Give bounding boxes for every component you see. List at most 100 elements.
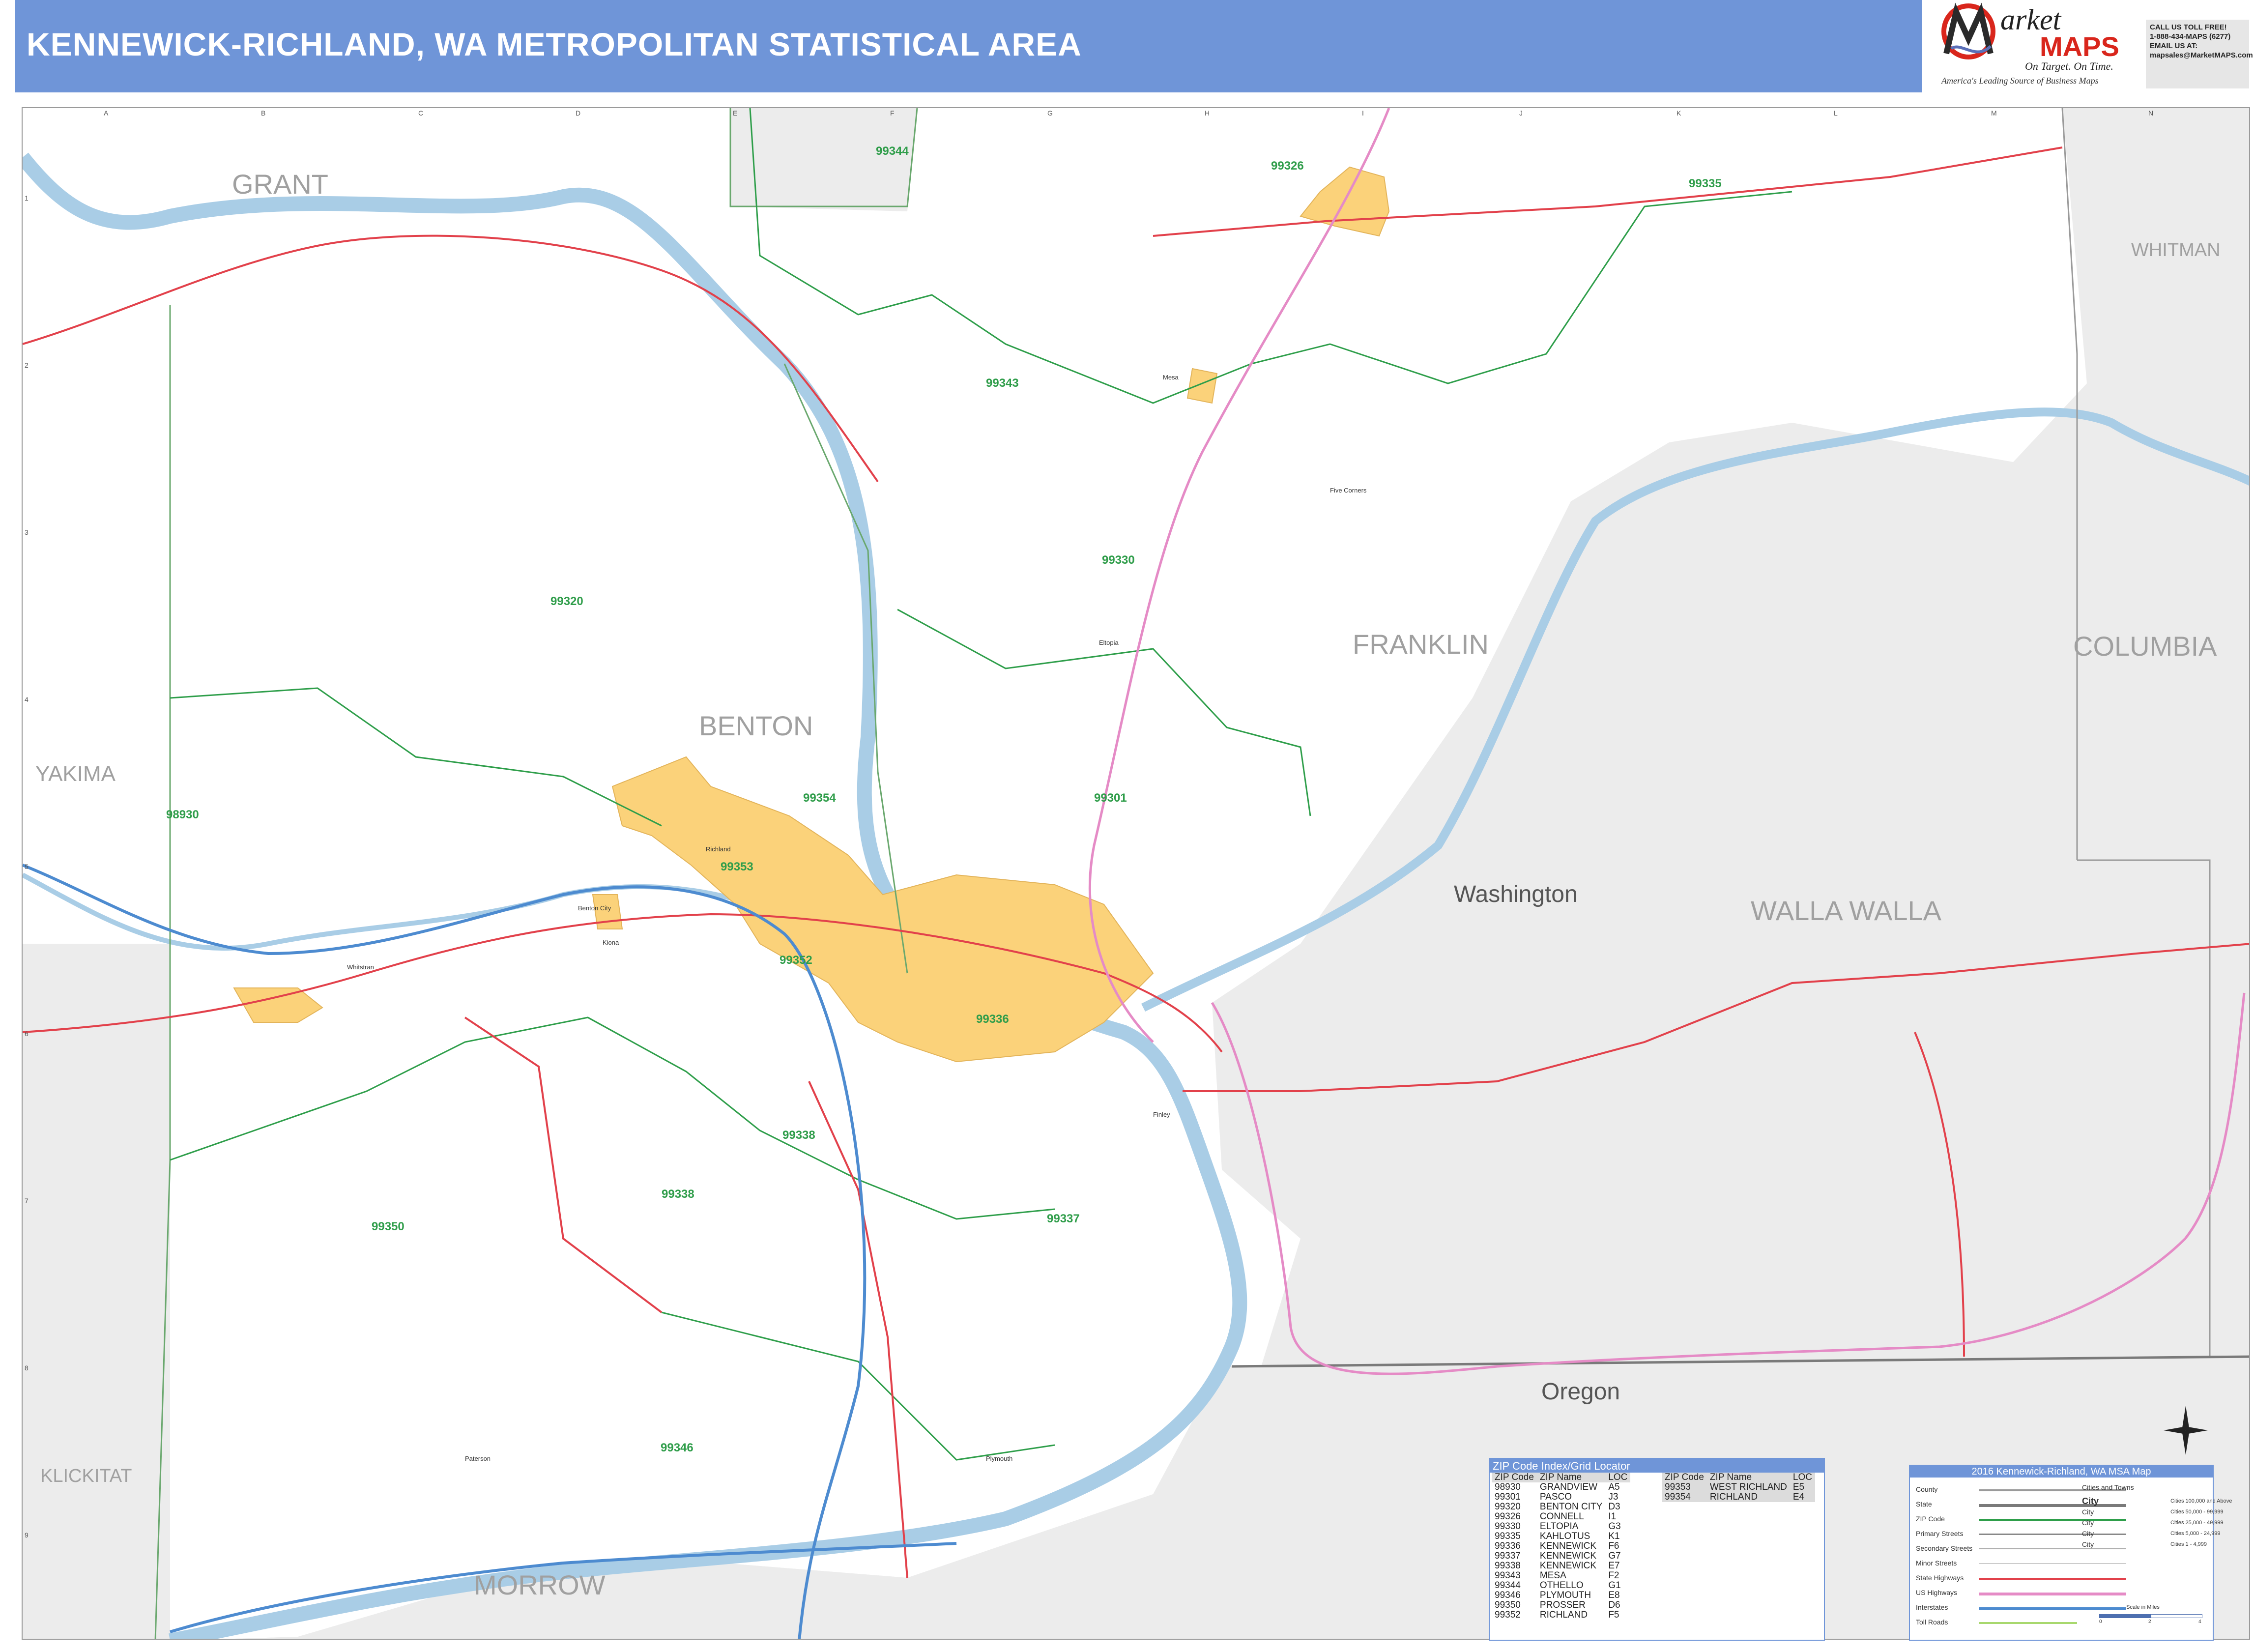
legend-city-2: City [2082, 1508, 2094, 1516]
legend-city-range-3: Cities 25,000 - 49,999 [2170, 1520, 2224, 1526]
county-label-yakima: YAKIMA [35, 762, 116, 786]
logo-maps-text: MAPS [2040, 31, 2119, 62]
logo-m-icon [1941, 2, 1995, 59]
legend-scale-tick-4: 4 [2198, 1619, 2201, 1624]
town-label-eltopia: Eltopia [1099, 639, 1119, 646]
town-label-plymouth: Plymouth [986, 1455, 1013, 1462]
grid-number-1: 1 [25, 194, 29, 202]
town-label-whitstran: Whitstran [347, 963, 374, 971]
county-border-columbia [2077, 859, 2211, 1357]
grid-number-2: 2 [25, 361, 29, 369]
legend-line-state-highways [1979, 1578, 2126, 1580]
table-row: 99350 PROSSER D6 [1495, 1600, 1620, 1610]
grid-number-9: 9 [25, 1531, 29, 1539]
zip-label-99354: 99354 [803, 791, 836, 805]
zip-index-title: ZIP Code Index/Grid Locator [1490, 1459, 1824, 1473]
legend-city-range-5: Cities 1 - 4,999 [2170, 1541, 2207, 1547]
legend-line-zip [1979, 1519, 2126, 1521]
grid-letter-h: H [1205, 109, 1210, 117]
grid-letter-m: M [1991, 109, 1997, 117]
highway-g [1914, 1032, 1965, 1357]
grid-letter-j: J [1519, 109, 1523, 117]
contact-line-2: 1-888-434-MAPS (6277) [2150, 32, 2231, 41]
grid-letter-k: K [1676, 109, 1681, 117]
legend-cities-title: Cities and Towns [2082, 1483, 2134, 1491]
contact-line-4[interactable]: mapsales@MarketMAPS.com [2150, 51, 2253, 60]
table-row: 99335 KAHLOTUS K1 [1495, 1531, 1620, 1541]
state-label-washington: Washington [1454, 881, 1578, 907]
table-row: 99354 RICHLAND E4 [1665, 1492, 1805, 1502]
map-frame[interactable]: A B C D E F G H I J K L M N 1 2 3 4 5 6 … [22, 107, 2250, 1640]
us-highway-12 [1211, 992, 2246, 1375]
legend-city-3: City [2082, 1519, 2094, 1527]
zip-label-99352: 99352 [780, 954, 812, 967]
legend-scale-bar: 0 2 4 [2099, 1614, 2202, 1624]
legend-item-minor: Minor Streets [1916, 1559, 1957, 1567]
county-label-whitman: WHITMAN [2131, 240, 2221, 261]
grid-number-8: 8 [25, 1364, 29, 1372]
contact-line-3: EMAIL US AT: [2150, 42, 2198, 50]
urban-benton-city [592, 894, 623, 929]
town-label-finley: Finley [1153, 1111, 1170, 1118]
legend-item-zip: ZIP Code [1916, 1515, 1945, 1523]
zip-index-header-name: ZIP Name [1536, 1473, 1606, 1482]
zip-label-99320: 99320 [550, 595, 583, 608]
legend-item-toll-roads: Toll Roads [1916, 1618, 1948, 1626]
legend-item-interstates: Interstates [1916, 1603, 1948, 1611]
county-label-columbia: COLUMBIA [2073, 631, 2217, 662]
legend-city-1: City [2082, 1496, 2099, 1506]
legend-item-county: County [1916, 1485, 1938, 1493]
legend-item-primary: Primary Streets [1916, 1530, 1964, 1537]
table-row: 99343 MESA F2 [1495, 1570, 1619, 1581]
grid-letter-b: B [261, 109, 266, 117]
grid-letter-f: F [890, 109, 895, 117]
zip-label-99330: 99330 [1102, 553, 1135, 567]
zip-index-header-name-2: ZIP Name [1706, 1473, 1790, 1482]
table-row: 99346 PLYMOUTH E8 [1495, 1590, 1620, 1600]
zip-label-99338-a: 99338 [782, 1129, 815, 1142]
county-label-grant: GRANT [232, 169, 328, 200]
legend-city-4: City [2082, 1530, 2094, 1537]
legend-city-range-2: Cities 50,000 - 99,999 [2170, 1509, 2224, 1515]
table-row: 99301 PASCO J3 [1495, 1492, 1618, 1502]
legend-line-us-highways [1979, 1593, 2126, 1595]
legend-item-state-highways: State Highways [1916, 1574, 1964, 1582]
legend-line-toll-roads [1979, 1622, 2077, 1624]
grid-letter-i: I [1362, 109, 1364, 117]
county-label-walla-walla: WALLA WALLA [1751, 895, 1942, 926]
map-title: KENNEWICK-RICHLAND, WA METROPOLITAN STAT… [27, 26, 1082, 62]
legend-line-state [1979, 1504, 2126, 1507]
table-row: 99344 OTHELLO G1 [1495, 1580, 1621, 1591]
grid-number-4: 4 [25, 696, 29, 703]
market-maps-logo: arket MAPS On Target. On Time. America's… [1927, 0, 2143, 92]
town-label-paterson: Paterson [465, 1455, 491, 1462]
legend-item-state: State [1916, 1500, 1932, 1508]
grid-number-6: 6 [25, 1030, 29, 1038]
compass-rose-icon [2164, 1406, 2208, 1455]
grid-letter-a: A [104, 109, 109, 117]
town-label-five-corners: Five Corners [1330, 487, 1367, 494]
urban-mesa [1186, 368, 1218, 404]
town-label-richland: Richland [706, 845, 731, 853]
grid-letter-e: E [733, 109, 738, 117]
table-row: 99320 BENTON CITY D3 [1495, 1502, 1620, 1512]
zip-index-header-loc-2: LOC [1790, 1473, 1815, 1482]
legend-item-us-highways: US Highways [1916, 1589, 1958, 1596]
zip-index-header-loc: LOC [1605, 1473, 1631, 1482]
grid-letter-n: N [2148, 109, 2154, 117]
zip-index-header-code: ZIP Code [1492, 1473, 1537, 1482]
zip-label-99343: 99343 [986, 377, 1019, 390]
zip-label-99301: 99301 [1094, 791, 1127, 805]
town-label-mesa: Mesa [1163, 374, 1179, 381]
legend-city-range-1: Cities 100,000 and Above [2170, 1498, 2232, 1504]
legend-title: 2016 Kennewick-Richland, WA MSA Map [1910, 1466, 2213, 1478]
map-canvas[interactable] [23, 108, 2250, 1640]
table-row: 99352 RICHLAND F5 [1495, 1610, 1619, 1620]
highway-d [1183, 943, 2249, 1092]
table-row: 99330 ELTOPIA G3 [1495, 1521, 1621, 1532]
zip-label-99336: 99336 [976, 1013, 1009, 1026]
county-label-benton: BENTON [699, 710, 813, 741]
zip-label-99338-b: 99338 [662, 1188, 694, 1201]
legend-line-primary [1979, 1534, 2126, 1535]
legend-scale-tick-2: 2 [2148, 1619, 2151, 1624]
